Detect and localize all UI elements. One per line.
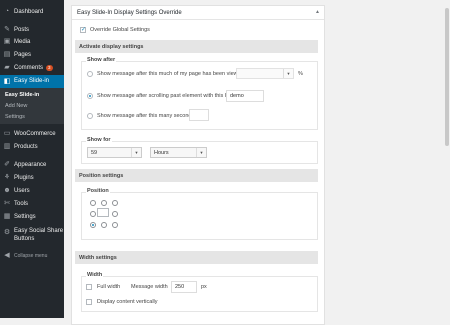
- sidebar-item-settings[interactable]: ▦ Settings: [0, 211, 64, 223]
- sidebar-item-woocommerce[interactable]: ▭ WooCommerce: [0, 128, 64, 140]
- page-scrollbar-thumb[interactable]: [445, 8, 449, 146]
- comments-count-badge: 3: [46, 65, 53, 71]
- show-after-seconds-label: Show message after this many seconds:: [97, 113, 196, 119]
- show-after-element-label: Show message after scrolling past elemen…: [97, 93, 237, 99]
- tools-icon: ✄: [4, 200, 10, 207]
- position-bottom-left-radio[interactable]: [90, 222, 96, 228]
- metabox-title: Easy Slide-In Display Settings Override: [77, 9, 182, 16]
- position-middle-right-radio[interactable]: [112, 211, 118, 217]
- seconds-input[interactable]: [189, 109, 209, 121]
- appearance-icon: ✐: [4, 161, 10, 168]
- submenu-item-easy-slide-in[interactable]: Easy Slide-in: [5, 92, 39, 98]
- full-width-label: Full width: [97, 284, 121, 290]
- metabox-header: Easy Slide-In Display Settings Override …: [72, 6, 324, 20]
- slide-in-submenu: Easy Slide-in Add New Settings: [0, 88, 64, 124]
- social-share-label-line1: Easy Social Share: [14, 228, 64, 234]
- message-width-label: Message width: [131, 284, 168, 290]
- sidebar-item-media[interactable]: ▣ Media: [0, 36, 64, 48]
- admin-sidebar: ◔ Dashboard ✎ Posts ▣ Media ▤ Pages ▰ Co…: [0, 0, 64, 318]
- position-bottom-center-radio[interactable]: [101, 222, 107, 228]
- message-width-unit: px: [201, 284, 207, 290]
- sidebar-item-tools[interactable]: ✄ Tools: [0, 198, 64, 210]
- section-width: Width settings: [75, 251, 318, 264]
- sidebar-item-appearance[interactable]: ✐ Appearance: [0, 159, 64, 171]
- section-width-title: Width settings: [79, 254, 117, 261]
- submenu-item-settings[interactable]: Settings: [5, 114, 25, 120]
- section-position: Position settings: [75, 169, 318, 182]
- sidebar-item-pages[interactable]: ▤ Pages: [0, 49, 64, 61]
- show-for-amount-select[interactable]: 59 ▼: [87, 147, 142, 158]
- position-top-left-radio[interactable]: [90, 200, 96, 206]
- slide-in-icon: ◧: [3, 77, 11, 85]
- show-for-unit-arrow-icon: ▼: [196, 148, 206, 157]
- section-position-title: Position settings: [79, 172, 124, 179]
- show-for-unit-select[interactable]: Hours ▼: [150, 147, 207, 158]
- plugins-icon: ⚘: [3, 174, 11, 181]
- pushpin-icon: ✎: [4, 26, 10, 33]
- display-vertically-checkbox[interactable]: [86, 299, 92, 305]
- width-legend: Width: [86, 272, 104, 278]
- comments-icon: ▰: [4, 64, 10, 71]
- position-preview-screen: [97, 208, 109, 217]
- social-share-label-line2: Buttons: [14, 236, 35, 242]
- message-width-input-value: 250: [175, 284, 185, 290]
- percent-select[interactable]: ▼: [236, 68, 294, 79]
- override-global-checkbox[interactable]: [80, 26, 86, 33]
- element-id-input-value: demo: [230, 93, 244, 99]
- override-global-label: Override Global Settings: [90, 27, 150, 33]
- collapse-menu-button[interactable]: ◀ Collapse menu: [0, 250, 64, 262]
- sidebar-item-easy-social-share[interactable]: ⚙ Easy Social Share Buttons: [0, 227, 64, 249]
- display-vertically-label: Display content vertically: [97, 299, 158, 305]
- show-for-legend: Show for: [86, 137, 112, 143]
- sidebar-item-products[interactable]: ▥ Products: [0, 141, 64, 153]
- position-top-right-radio[interactable]: [112, 200, 118, 206]
- show-for-amount-arrow-icon: ▼: [131, 148, 141, 157]
- position-bottom-right-radio[interactable]: [112, 222, 118, 228]
- section-activate-display-title: Activate display settings: [79, 43, 144, 50]
- show-after-percent-label: Show message after this much of my page …: [97, 71, 246, 77]
- show-for-amount-value: 59: [91, 149, 98, 156]
- submenu-item-add-new[interactable]: Add New: [5, 103, 27, 109]
- show-after-legend: Show after: [86, 57, 117, 63]
- users-icon: ☻: [3, 187, 11, 194]
- pages-icon: ▤: [3, 51, 11, 58]
- percent-select-arrow-icon: ▼: [283, 69, 293, 78]
- show-after-element-radio[interactable]: [87, 93, 93, 99]
- position-top-center-radio[interactable]: [101, 200, 107, 206]
- dashboard-icon: ◔: [4, 8, 10, 15]
- media-icon: ▣: [3, 38, 11, 45]
- element-id-input[interactable]: demo: [226, 90, 264, 102]
- section-activate-display: Activate display settings: [75, 40, 318, 53]
- settings-icon: ▦: [3, 213, 11, 220]
- position-middle-left-radio[interactable]: [90, 211, 96, 217]
- woocommerce-icon: ▭: [3, 130, 11, 137]
- sidebar-item-comments[interactable]: ▰ Comments 3: [0, 62, 64, 74]
- show-after-seconds-radio[interactable]: [87, 113, 93, 119]
- position-legend: Position: [86, 188, 110, 194]
- message-width-input[interactable]: 250: [171, 281, 197, 293]
- percent-unit: %: [298, 71, 303, 77]
- sidebar-item-users[interactable]: ☻ Users: [0, 185, 64, 197]
- width-fieldset: [81, 276, 318, 312]
- show-after-percent-radio[interactable]: [87, 71, 93, 77]
- metabox-toggle-icon[interactable]: ▲: [315, 9, 320, 15]
- sidebar-item-dashboard[interactable]: ◔ Dashboard: [0, 6, 64, 18]
- sidebar-item-easy-slide-in[interactable]: ◧ Easy Slide-in: [0, 75, 64, 88]
- full-width-checkbox[interactable]: [86, 284, 92, 290]
- share-icon: ⚙: [3, 229, 11, 236]
- collapse-icon: ◀: [4, 252, 10, 259]
- sidebar-item-plugins[interactable]: ⚘ Plugins: [0, 172, 64, 184]
- sidebar-item-posts[interactable]: ✎ Posts: [0, 24, 64, 36]
- show-for-unit-value: Hours: [154, 149, 169, 156]
- products-icon: ▥: [3, 143, 11, 150]
